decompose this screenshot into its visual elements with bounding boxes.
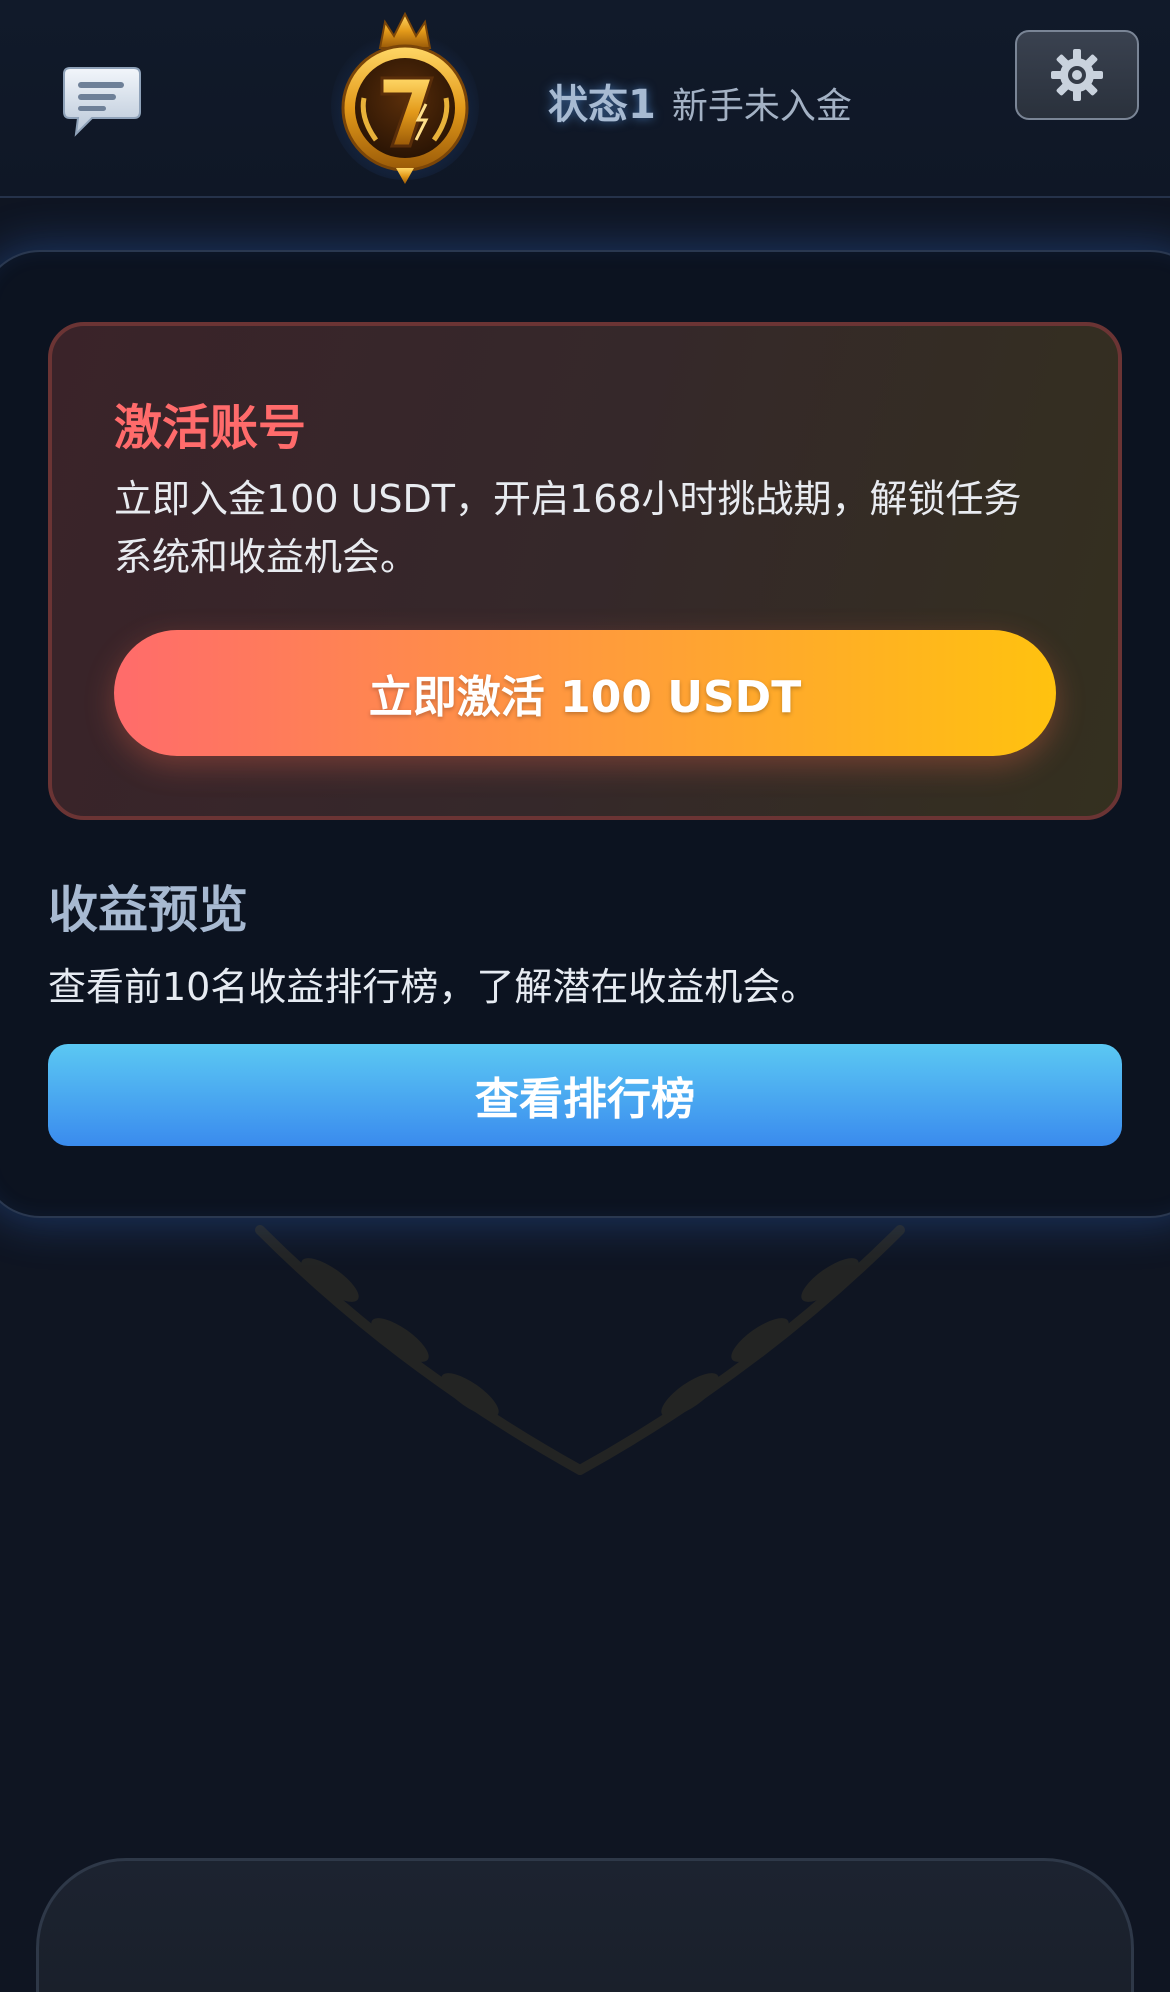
activate-description: 立即入金100 USDT，开启168小时挑战期，解锁任务系统和收益机会。 — [114, 477, 1022, 579]
chat-bubble-icon[interactable] — [62, 62, 142, 138]
gear-icon — [1051, 49, 1103, 101]
earnings-preview-description: 查看前10名收益排行榜，了解潜在收益机会。 — [48, 965, 819, 1009]
status-subtitle: 新手未入金 — [671, 86, 852, 127]
background-laurel-emblem — [220, 1210, 940, 1510]
status-title: 状态1 — [548, 82, 656, 128]
activate-button[interactable]: 立即激活 100 USDT — [114, 630, 1056, 756]
view-ranking-button[interactable]: 查看排行榜 — [48, 1044, 1122, 1146]
top-header: 状态1 新手未入金 — [0, 0, 1170, 198]
activate-title: 激活账号 — [114, 400, 307, 456]
bottom-sheet — [36, 1858, 1134, 1992]
account-status: 状态1 新手未入金 — [548, 72, 852, 132]
settings-button[interactable] — [1015, 30, 1139, 120]
earnings-preview-title: 收益预览 — [48, 881, 248, 939]
lucky-seven-crown-logo — [330, 8, 480, 184]
